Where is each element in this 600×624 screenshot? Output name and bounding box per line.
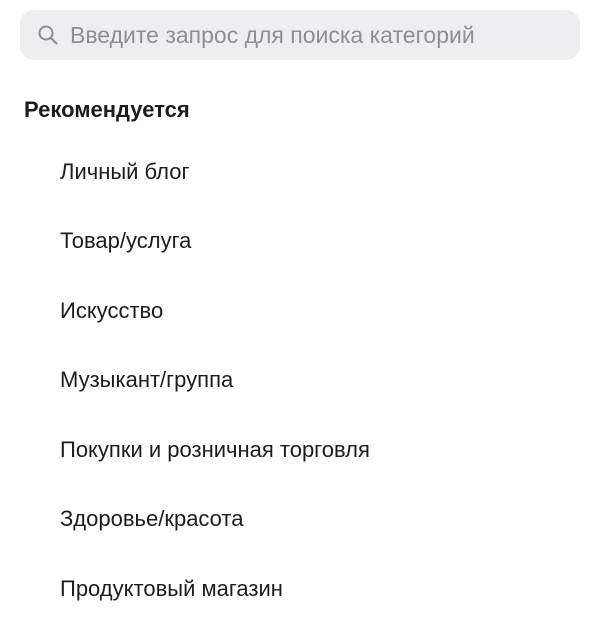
category-label: Покупки и розничная торговля (60, 436, 370, 462)
category-item-product-service[interactable]: Товар/услуга (0, 207, 600, 277)
search-icon (35, 22, 61, 48)
category-item-health-beauty[interactable]: Здоровье/красота (0, 485, 600, 555)
search-input[interactable] (70, 21, 560, 49)
category-label: Искусство (60, 297, 164, 323)
category-item-art[interactable]: Искусство (0, 276, 600, 346)
category-label: Здоровье/красота (60, 506, 244, 532)
category-list: Личный блог Товар/услуга Искусство Музык… (0, 137, 600, 624)
category-item-grocery-store[interactable]: Продуктовый магазин (0, 554, 600, 624)
category-item-personal-blog[interactable]: Личный блог (0, 137, 600, 207)
section-title-recommended: Рекомендуется (24, 97, 190, 122)
category-label: Музыкант/группа (60, 367, 234, 393)
category-label: Личный блог (60, 158, 190, 184)
category-item-shopping-retail[interactable]: Покупки и розничная торговля (0, 415, 600, 485)
category-label: Продуктовый магазин (60, 575, 283, 601)
category-label: Товар/услуга (60, 228, 192, 254)
category-item-musician-band[interactable]: Музыкант/группа (0, 346, 600, 416)
search-bar[interactable] (20, 10, 580, 60)
